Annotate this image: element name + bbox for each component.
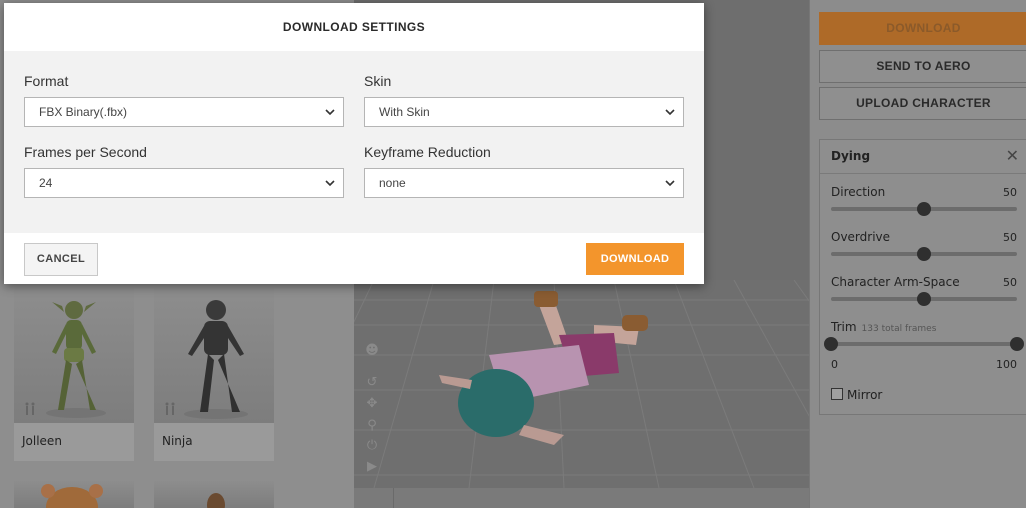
face-icon[interactable]: ☻ (364, 343, 380, 359)
direction-slider[interactable] (831, 202, 1017, 216)
character-thumbnail (14, 481, 134, 508)
rig-icon (25, 402, 35, 415)
power-icon[interactable]: ⏻ (364, 438, 380, 454)
character-card[interactable] (154, 481, 274, 508)
arm-space-label: Character Arm-Space (831, 275, 960, 289)
chevron-down-icon (325, 180, 335, 187)
overdrive-label: Overdrive (831, 230, 891, 244)
chevron-down-icon (665, 109, 675, 116)
arm-space-slider[interactable] (831, 292, 1017, 306)
overdrive-value: 50 (1003, 231, 1017, 244)
modal-body: Format FBX Binary(.fbx) Skin With Skin F… (4, 51, 704, 233)
slider-knob[interactable] (917, 292, 931, 306)
skin-value: With Skin (379, 105, 430, 119)
character-card[interactable] (14, 481, 134, 508)
character-thumbnail (154, 481, 274, 508)
cancel-button[interactable]: CANCEL (24, 243, 98, 276)
keyframe-select[interactable]: none (364, 168, 684, 198)
format-value: FBX Binary(.fbx) (39, 105, 128, 119)
fps-value: 24 (39, 176, 53, 190)
direction-label: Direction (831, 185, 886, 199)
send-to-aero-button[interactable]: SEND TO AERO (819, 50, 1026, 83)
slider-knob[interactable] (917, 202, 931, 216)
trim-min: 0 (831, 358, 838, 371)
camera-icon[interactable]: ▶ (364, 459, 380, 475)
character-model (439, 291, 648, 445)
animation-settings-panel: Dying ✕ Direction 50 Overdrive 50 Charac… (819, 139, 1026, 415)
trim-start-knob[interactable] (824, 337, 838, 351)
trim-max: 100 (996, 358, 1017, 371)
chevron-down-icon (325, 109, 335, 116)
animation-title: Dying (831, 149, 871, 163)
arm-space-value: 50 (1003, 276, 1017, 289)
download-button[interactable]: DOWNLOAD (586, 243, 684, 275)
trim-title: Trim (831, 320, 857, 334)
overdrive-slider[interactable] (831, 247, 1017, 261)
slider-knob[interactable] (917, 247, 931, 261)
right-panel: DOWNLOAD SEND TO AERO UPLOAD CHARACTER D… (809, 0, 1026, 508)
character-card-jolleen[interactable]: Jolleen (14, 288, 134, 461)
fps-label: Frames per Second (24, 144, 147, 160)
skin-select[interactable]: With Skin (364, 97, 684, 127)
trim-end-knob[interactable] (1010, 337, 1024, 351)
mirror-label: Mirror (847, 388, 883, 402)
mirror-checkbox[interactable] (831, 388, 843, 400)
fps-select[interactable]: 24 (24, 168, 344, 198)
character-name: Jolleen (22, 434, 62, 448)
trim-frames: 133 total frames (861, 324, 937, 334)
format-select[interactable]: FBX Binary(.fbx) (24, 97, 344, 127)
rig-icon (165, 402, 175, 415)
keyframe-label: Keyframe Reduction (364, 144, 491, 160)
modal-title: DOWNLOAD SETTINGS (282, 20, 426, 34)
upload-character-button[interactable]: UPLOAD CHARACTER (819, 87, 1026, 120)
trim-slider[interactable] (824, 337, 1024, 351)
skin-label: Skin (364, 73, 392, 89)
timeline-bar[interactable] (354, 488, 809, 508)
modal-footer: CANCEL DOWNLOAD (4, 233, 704, 284)
download-settings-modal: DOWNLOAD SETTINGS Format FBX Binary(.fbx… (4, 3, 704, 284)
close-icon[interactable]: ✕ (1006, 146, 1019, 165)
keyframe-value: none (379, 176, 406, 190)
format-label: Format (24, 73, 69, 89)
trim-label: Trim 133 total frames (831, 320, 936, 334)
character-name: Ninja (162, 434, 193, 448)
direction-value: 50 (1003, 186, 1017, 199)
timeline-play-area[interactable] (354, 488, 394, 508)
move-icon[interactable]: ✥ (364, 396, 380, 412)
panel-download-button[interactable]: DOWNLOAD (819, 12, 1026, 45)
zoom-icon[interactable]: ⚲ (364, 418, 380, 434)
chevron-down-icon (665, 180, 675, 187)
undo-icon[interactable]: ↺ (364, 375, 380, 391)
divider (820, 173, 1026, 174)
character-card-ninja[interactable]: Ninja (154, 288, 274, 461)
